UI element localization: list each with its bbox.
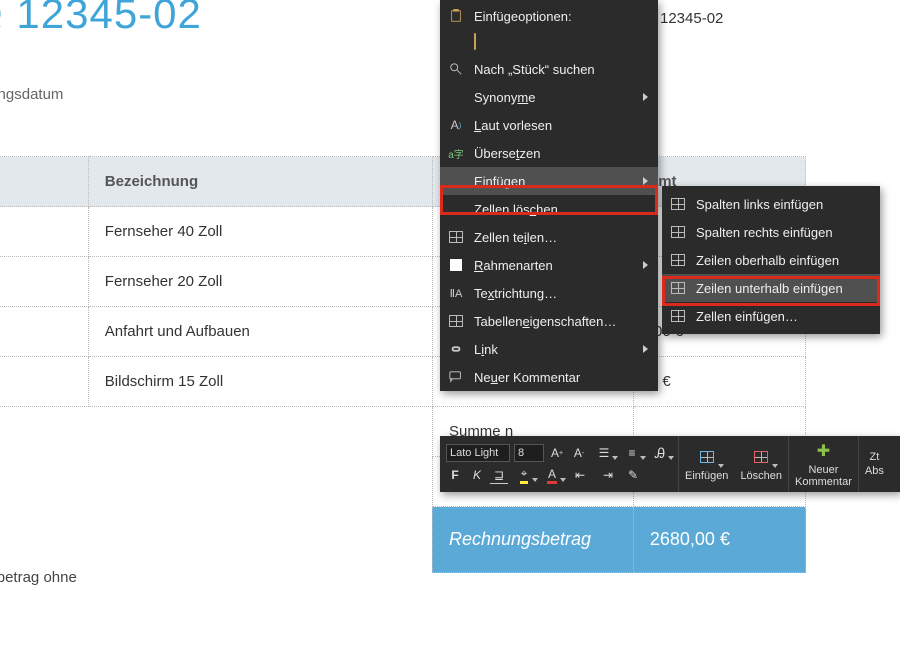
- menu-read-aloud[interactable]: A) Laut vorlesen: [440, 111, 658, 139]
- insert-col-right-icon: [668, 224, 688, 240]
- submenu-cols-right[interactable]: Spalten rechts einfügen: [662, 218, 880, 246]
- insert-submenu[interactable]: Spalten links einfügen Spalten rechts ei…: [662, 186, 880, 334]
- col-description[interactable]: Bezeichnung: [88, 157, 432, 207]
- document-title: NG № 12345-02: [0, 0, 202, 38]
- submenu-rows-above[interactable]: Zeilen oberhalb einfügen: [662, 246, 880, 274]
- context-menu[interactable]: Einfügeoptionen: Nach „Stück“ suchen Syn…: [440, 0, 658, 391]
- translate-icon: a字: [446, 145, 466, 161]
- toolbar-delete-button[interactable]: Löschen: [734, 436, 788, 492]
- styles-button[interactable]: Ꭿ: [648, 444, 672, 462]
- toolbar-insert-button[interactable]: Einfügen: [679, 436, 734, 492]
- bullets-button[interactable]: ☰: [592, 444, 616, 462]
- insert-col-left-icon: [668, 196, 688, 212]
- speaker-icon: A): [446, 117, 466, 133]
- toolbar-section-button[interactable]: Zt Abs: [858, 436, 890, 492]
- font-size-selector[interactable]: [514, 444, 544, 462]
- menu-split-cells[interactable]: Zellen teilen…: [440, 223, 658, 251]
- clipboard-icon: [446, 8, 466, 24]
- menu-text-direction[interactable]: ⅡA Textrichtung…: [440, 279, 658, 307]
- insert-table-icon: [696, 446, 718, 468]
- chevron-right-icon: [643, 261, 648, 269]
- menu-table-properties[interactable]: Tabelleneigenschaften…: [440, 307, 658, 335]
- payment-terms: t fällig. en Rechnungsbetrag ohne kkonto…: [0, 542, 77, 614]
- outdent-button[interactable]: ⇤: [568, 466, 592, 484]
- underline-button[interactable]: ⊒: [490, 466, 508, 484]
- comment-icon: [446, 369, 466, 385]
- search-icon: [446, 61, 466, 77]
- menu-delete-cells[interactable]: Zellen löschen…: [440, 195, 658, 223]
- table-properties-icon: [446, 313, 466, 329]
- bold-button[interactable]: F: [446, 466, 464, 484]
- insert-row-above-icon: [668, 252, 688, 268]
- menu-synonyms[interactable]: Synonyme: [440, 83, 658, 111]
- chevron-right-icon: [643, 93, 648, 101]
- table-row[interactable]: Bildschirm 15 Zoll1 Stück0 €: [0, 357, 806, 407]
- font-selector[interactable]: [446, 444, 510, 462]
- paste-option-keep-source[interactable]: [440, 30, 658, 55]
- indent-button[interactable]: ⇥: [596, 466, 620, 484]
- numbering-button[interactable]: ≡: [620, 444, 644, 462]
- font-color-button[interactable]: A: [540, 466, 564, 484]
- highlight-button[interactable]: ⌖: [512, 466, 536, 484]
- paste-clipboard-icon: [474, 33, 476, 50]
- menu-translate[interactable]: a字 Übersetzen: [440, 139, 658, 167]
- submenu-cells[interactable]: Zellen einfügen…: [662, 302, 880, 330]
- italic-button[interactable]: K: [468, 466, 486, 484]
- split-cells-icon: [446, 229, 466, 245]
- border-icon: [446, 257, 466, 273]
- chevron-right-icon: [643, 177, 648, 185]
- menu-new-comment[interactable]: Neuer Kommentar: [440, 363, 658, 391]
- insert-row-below-icon: [668, 280, 688, 296]
- chevron-right-icon: [643, 345, 648, 353]
- delete-table-icon: [750, 446, 772, 468]
- menu-insert[interactable]: Einfügen: [440, 167, 658, 195]
- col-pos[interactable]: [0, 157, 88, 207]
- submenu-rows-below[interactable]: Zeilen unterhalb einfügen: [662, 274, 880, 302]
- shrink-font-button[interactable]: A-: [570, 444, 588, 462]
- text-direction-icon: ⅡA: [446, 285, 466, 301]
- format-painter-button[interactable]: ✎: [624, 466, 642, 484]
- insert-cells-icon: [668, 308, 688, 324]
- menu-border-styles[interactable]: Rahmenarten: [440, 251, 658, 279]
- grow-font-button[interactable]: A+: [548, 444, 566, 462]
- comment-plus-icon: ✚: [812, 440, 834, 462]
- font-group: A+ A- ☰ ≡ Ꭿ F K ⊒ ⌖ A ⇤ ⇥ ✎: [440, 436, 679, 492]
- toolbar-new-comment-button[interactable]: ✚ Neuer Kommentar: [788, 436, 858, 492]
- menu-search[interactable]: Nach „Stück“ suchen: [440, 55, 658, 83]
- reference-number: 12345-02: [660, 10, 723, 27]
- subline-text: cht dem Leistungsdatum: [0, 86, 63, 103]
- link-icon: [446, 341, 466, 357]
- submenu-cols-left[interactable]: Spalten links einfügen: [662, 190, 880, 218]
- total-row[interactable]: Rechnungsbetrag2680,00 €: [0, 507, 806, 573]
- menu-paste-options[interactable]: Einfügeoptionen:: [440, 2, 658, 30]
- menu-link[interactable]: Link: [440, 335, 658, 363]
- invoice-number: № 12345-02: [0, 0, 202, 37]
- mini-toolbar[interactable]: A+ A- ☰ ≡ Ꭿ F K ⊒ ⌖ A ⇤ ⇥ ✎ Einfügen Lös…: [440, 436, 900, 492]
